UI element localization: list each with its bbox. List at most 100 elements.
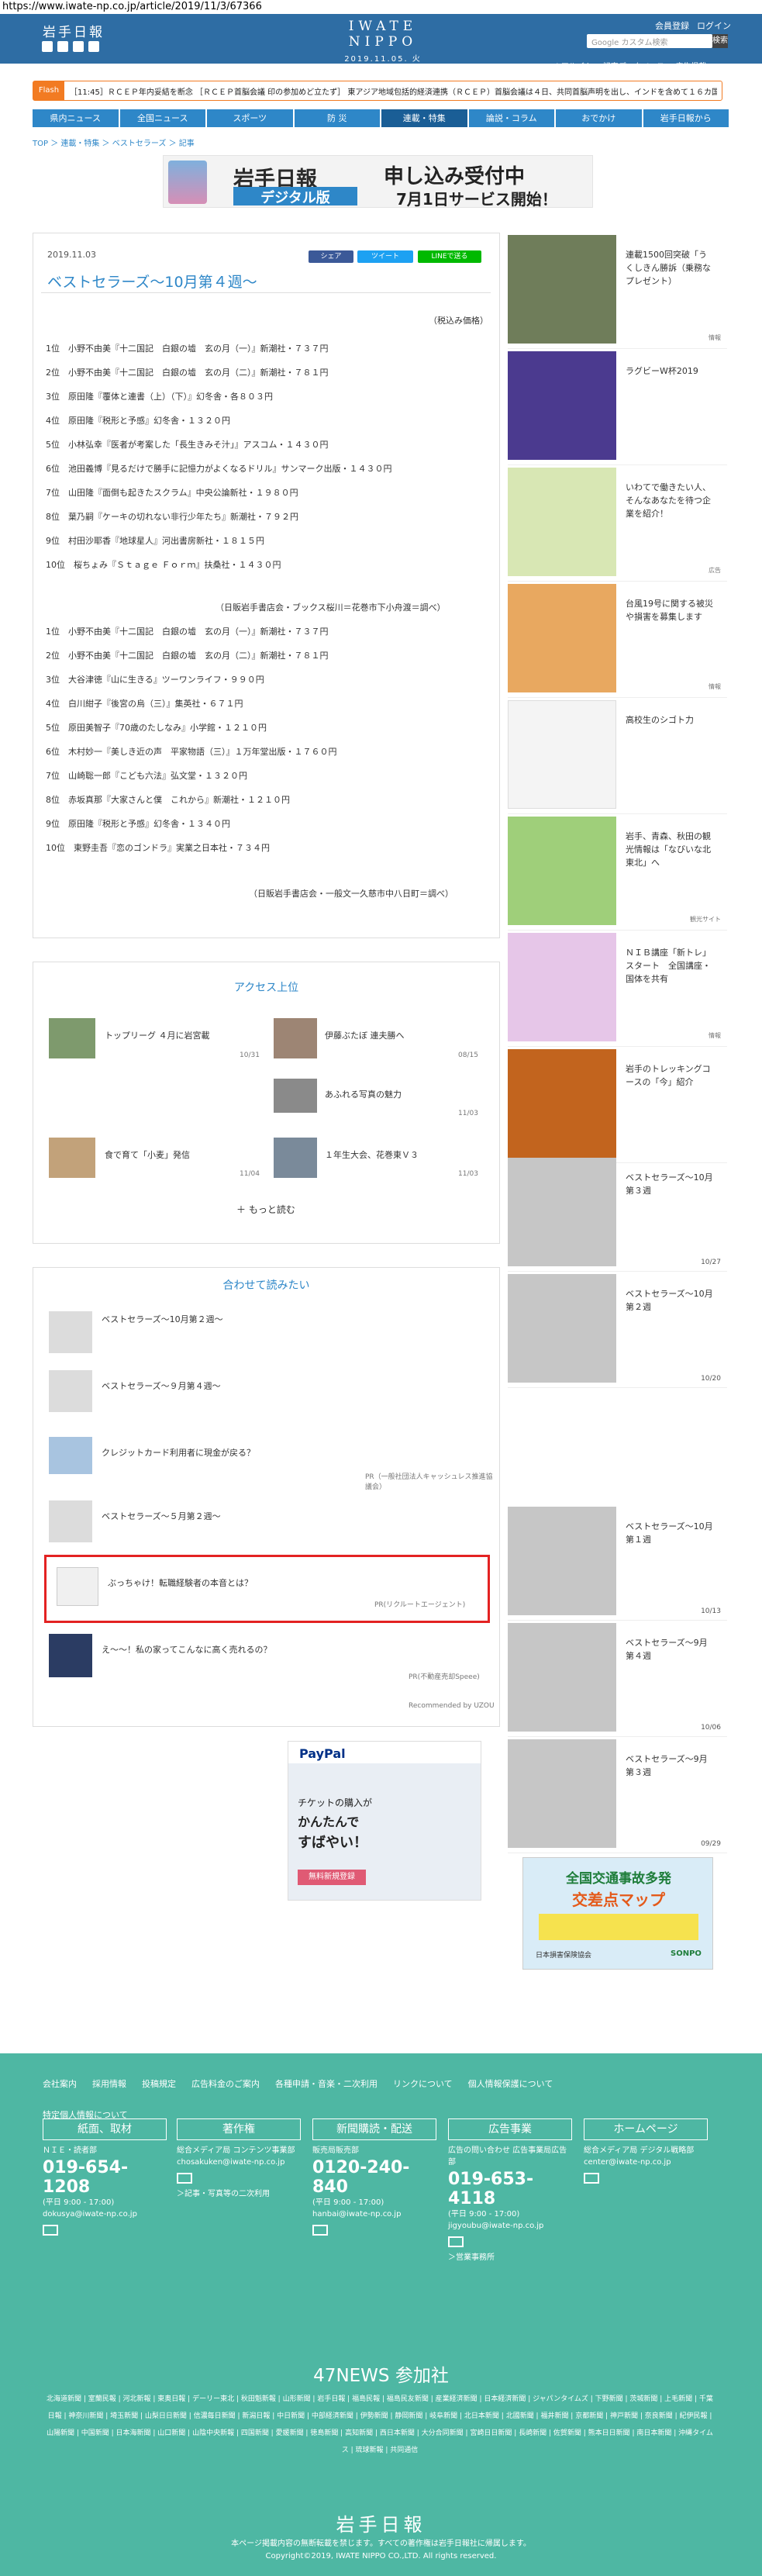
ad-cta-button[interactable]: 無料新規登録 <box>298 1870 366 1885</box>
related-thumb[interactable] <box>49 1437 92 1474</box>
contact-mail[interactable]: chosakuken@iwate-np.co.jp <box>177 2156 301 2168</box>
sidebar-date: 10/13 <box>701 1607 721 1615</box>
web-album-link[interactable]: Webアルバム <box>544 60 592 71</box>
mail-icon[interactable] <box>584 2173 599 2184</box>
related-title: 合わせて読みたい <box>222 1279 310 1292</box>
center-logo[interactable]: IWATE NIPPO 2019.11.05. 火 <box>336 19 429 64</box>
access-item-title[interactable]: トップリーグ ４月に岩宮載 <box>105 1029 210 1041</box>
search-input[interactable]: Google カスタム検索 <box>587 34 712 48</box>
line-icon[interactable] <box>73 41 84 52</box>
footer-link[interactable]: 個人情報保護について <box>468 2077 553 2092</box>
related-thumb[interactable] <box>57 1567 98 1606</box>
related-item-title[interactable]: ベストセラーズ～10月第２週～ <box>102 1313 223 1325</box>
flash-news[interactable]: Flash ［11:45］ＲＣＥＰ年内妥結を断念 ［ＲＣＥＰ首脳会議 印の参加め… <box>33 81 722 101</box>
rank-item: 10位 東野圭吾『恋のゴンドラ』実業之日本社・７３４円 <box>46 843 270 853</box>
access-thumb[interactable] <box>49 1018 95 1058</box>
contact-note[interactable]: ＞営業事務所 <box>448 2252 572 2263</box>
more-link[interactable]: ＋ もっと読む <box>236 1203 295 1216</box>
sidebar-item[interactable]: ベストセラーズ～10月第２週 10/20 <box>508 1272 727 1388</box>
tweet-button[interactable]: ツイート <box>357 250 413 263</box>
related-item-title[interactable]: ベストセラーズ～９月第４週～ <box>102 1380 221 1392</box>
related-thumb[interactable] <box>49 1311 92 1353</box>
nav-features[interactable]: 連載・特集 <box>381 109 467 127</box>
sidebar-title: ベストセラーズ～9月第３週 <box>626 1754 708 1777</box>
related-item-title[interactable]: ぶっちゃけ！転職経験者の本音とは？ <box>108 1576 253 1589</box>
contact-mail[interactable]: center@iwate-np.co.jp <box>584 2156 708 2168</box>
nav-local-news[interactable]: 県内ニュース <box>33 109 119 127</box>
login-link[interactable]: ログイン <box>697 19 731 32</box>
contact-mail[interactable]: dokusya@iwate-np.co.jp <box>43 2208 167 2220</box>
access-item-title[interactable]: 伊藤ぶたぼ 連夫勝へ <box>325 1029 405 1041</box>
sidebar-item[interactable]: 高校生のシゴト力 <box>508 698 727 814</box>
url-bar[interactable]: https://www.iwate-np.co.jp/article/2019/… <box>0 0 762 14</box>
database-link[interactable]: 記事データベース <box>603 60 665 71</box>
nav-outings[interactable]: おでかけ <box>556 109 642 127</box>
contact-mail[interactable]: jigyoubu@iwate-np.co.jp <box>448 2220 572 2232</box>
twitter-icon[interactable] <box>42 41 53 52</box>
nav-from-nippo[interactable]: 岩手日報から <box>643 109 729 127</box>
related-thumb[interactable] <box>49 1634 92 1677</box>
sidebar-thumb <box>508 351 616 460</box>
access-thumb[interactable] <box>274 1018 317 1058</box>
nav-disaster[interactable]: 防 災 <box>294 109 380 127</box>
mail-icon[interactable] <box>312 2225 328 2236</box>
related-thumb[interactable] <box>49 1370 92 1412</box>
related-item-title[interactable]: ベストセラーズ～５月第２週～ <box>102 1510 221 1522</box>
nav-sports[interactable]: スポーツ <box>207 109 293 127</box>
footer-link[interactable]: 会社案内 <box>43 2077 77 2092</box>
sidebar-item[interactable]: ＮＩＢ講座「新トレ」スタート 全国講座・国体を共有 情報 <box>508 931 727 1047</box>
contact-mail[interactable]: hanbai@iwate-np.co.jp <box>312 2208 436 2220</box>
line-share-button[interactable]: LINEで送る <box>418 250 481 263</box>
access-thumb[interactable] <box>274 1079 317 1113</box>
sidebar-item[interactable]: ベストセラーズ～9月第３週 09/29 <box>508 1737 727 1853</box>
mail-icon[interactable] <box>43 2225 58 2236</box>
footer-link[interactable]: リンクについて <box>393 2077 453 2092</box>
facebook-share-button[interactable]: シェア <box>309 250 353 263</box>
rank-item: 7位 山崎聡一郎『こども六法』弘文堂・１３２０円 <box>46 771 247 781</box>
related-item-title[interactable]: クレジットカード利用者に現金が戻る？ <box>102 1446 255 1459</box>
footer-link[interactable]: 広告料金のご案内 <box>191 2077 260 2092</box>
footer-link[interactable]: 各種申請・音楽・二次利用 <box>275 2077 378 2092</box>
footer-link[interactable]: 投稿規定 <box>142 2077 176 2092</box>
instagram-icon[interactable] <box>88 41 99 52</box>
sidebar-item[interactable]: いわてで働きたい人、そんなあなたを待つ企業を紹介！ 広告 <box>508 465 727 582</box>
register-link[interactable]: 会員登録 <box>655 19 689 32</box>
flash-text[interactable]: ［11:45］ＲＣＥＰ年内妥結を断念 ［ＲＣＥＰ首脳会議 印の参加めど立たず］ … <box>70 85 717 97</box>
sidebar-item[interactable]: 岩手のトレッキングコースの「今」紹介 <box>508 1047 727 1163</box>
search-button[interactable]: 検索 <box>712 34 728 48</box>
sidebar-item[interactable]: 台風19号に関する被災や損害を募集します 情報 <box>508 582 727 698</box>
access-item-title[interactable]: あふれる写真の魅力 <box>325 1088 402 1100</box>
breadcrumb[interactable]: TOP ＞ 連載・特集 ＞ ベストセラーズ ＞ 記事 <box>33 136 195 148</box>
contact-phone[interactable]: 019-654-1208 <box>43 2158 167 2197</box>
sidebar-item[interactable]: ベストセラーズ～10月第３週 10/27 <box>508 1155 727 1272</box>
access-thumb[interactable] <box>274 1138 317 1178</box>
site-logo[interactable]: 岩手日報 <box>43 21 105 40</box>
sidebar-thumb <box>508 584 616 692</box>
sidebar-item[interactable]: ベストセラーズ～9月第４週 10/06 <box>508 1621 727 1737</box>
sidebar-item[interactable]: ベストセラーズ～10月第１週 10/13 <box>508 1504 727 1621</box>
footer-link[interactable]: 採用情報 <box>92 2077 126 2092</box>
contact-phone[interactable]: 019-653-4118 <box>448 2170 572 2208</box>
facebook-icon[interactable] <box>57 41 68 52</box>
contact-note[interactable]: ＞記事・写真等の二次利用 <box>177 2188 301 2200</box>
digital-banner[interactable]: 岩手日報 デジタル版 申し込み受付中 7月1日サービス開始！ <box>163 155 593 209</box>
nav-editorial[interactable]: 論説・コラム <box>468 109 554 127</box>
news47-list[interactable]: 北海道新聞 | 室蘭民報 | 河北新報 | 東奥日報 | デーリー東北 | 秋田… <box>47 2391 713 2459</box>
mail-icon[interactable] <box>448 2236 464 2247</box>
contact-column: ホームページ 総合メディア局 デジタル戦略部 center@iwate-np.c… <box>584 2118 708 2184</box>
related-thumb[interactable] <box>49 1500 92 1542</box>
access-item-title[interactable]: 食で育て「小麦」発信 <box>105 1148 190 1161</box>
traffic-map-ad[interactable]: 全国交通事故多発 交差点マップ 日本損害保険協会 SONPO <box>522 1857 713 1970</box>
related-item-title[interactable]: え～～！私の家ってこんなに高く売れるの？ <box>102 1643 271 1656</box>
contact-phone[interactable]: 0120-240-840 <box>312 2158 436 2197</box>
nav-national-news[interactable]: 全国ニュース <box>119 109 205 127</box>
footer-logo[interactable]: 岩手日報 <box>0 2509 762 2536</box>
access-thumb[interactable] <box>49 1138 95 1178</box>
sidebar-item[interactable]: 連載1500回突破「うくしきん勝訴（乗務なプレゼント） 情報 <box>508 233 727 349</box>
ad-link[interactable]: 広告掲載 <box>675 60 706 71</box>
access-item-title[interactable]: １年生大会、花巻東Ｖ３ <box>325 1148 419 1161</box>
paypal-ad[interactable]: PayPal チケットの購入が かんたんで すばやい！ 無料新規登録 <box>288 1741 481 1901</box>
sidebar-item[interactable]: 岩手、青森、秋田の観光情報は「なびいな北東北」へ 観光サイト <box>508 814 727 931</box>
sidebar-item[interactable]: ラグビーW杯2019 <box>508 349 727 465</box>
mail-icon[interactable] <box>177 2173 192 2184</box>
